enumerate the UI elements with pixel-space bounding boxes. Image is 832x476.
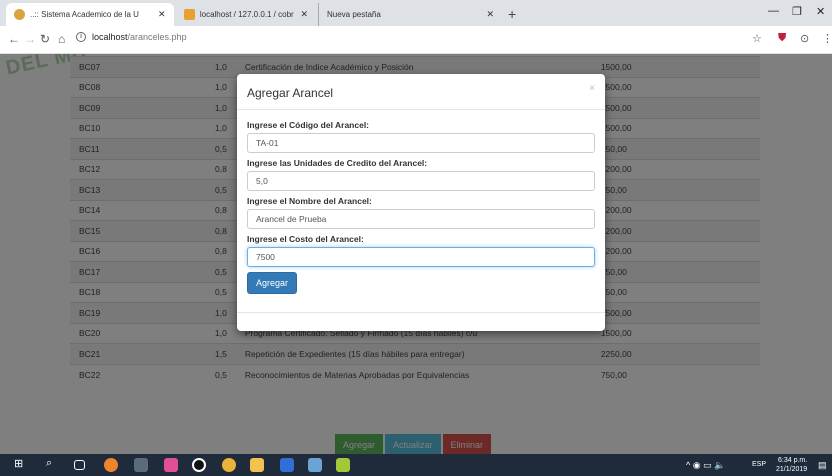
browser-tab-strip: ..:: Sistema Academico de la U ✕ localho… — [0, 0, 832, 26]
fee-units-input[interactable] — [247, 171, 595, 191]
minimize-icon[interactable]: — — [768, 5, 779, 17]
tab-close-icon[interactable]: ✕ — [300, 9, 308, 20]
windows-start-icon[interactable]: ⊞ — [14, 457, 28, 471]
app-store-icon[interactable] — [308, 458, 322, 472]
window-close-icon[interactable]: ✕ — [816, 5, 825, 18]
terminal-icon[interactable] — [134, 458, 148, 472]
modal-body: Ingrese el Código del Arancel: Ingrese l… — [247, 120, 595, 272]
maximize-icon[interactable]: ❐ — [792, 5, 802, 18]
language-indicator[interactable]: ESP — [752, 461, 766, 468]
add-fee-modal: Agregar Arancel × Ingrese el Código del … — [237, 74, 605, 331]
tab-phpmyadmin[interactable]: localhost / 127.0.0.1 / cobranza / ✕ — [176, 3, 316, 26]
fee-code-label: Ingrese el Código del Arancel: — [247, 120, 370, 130]
fee-cost-label: Ingrese el Costo del Arancel: — [247, 234, 364, 244]
system-tray-icons[interactable]: ^ ◉ ▭ 🔈 — [686, 460, 725, 471]
url-field[interactable]: i localhost/aranceles.php — [76, 32, 187, 42]
back-arrow-icon[interactable]: ← — [8, 32, 20, 46]
modal-title: Agregar Arancel — [247, 86, 334, 100]
tab-title: Nueva pestaña — [327, 10, 381, 19]
phpmyadmin-favicon-icon — [184, 9, 195, 20]
address-bar: ← → ↻ ⌂ i localhost/aranceles.php ☆ ⛊ ⊙ … — [0, 26, 832, 54]
site-info-icon[interactable]: i — [76, 32, 86, 42]
tab-sistema-academico[interactable]: ..:: Sistema Academico de la U ✕ — [6, 3, 174, 26]
search-icon[interactable]: ⌕ — [46, 457, 60, 471]
menu-kebab-icon[interactable]: ⋮ — [822, 32, 832, 45]
app-circle-icon[interactable] — [192, 458, 206, 472]
fee-code-input[interactable] — [247, 133, 595, 153]
file-explorer-icon[interactable] — [250, 458, 264, 472]
forward-arrow-icon[interactable]: → — [24, 32, 36, 46]
clock-date[interactable]: 21/1/2019 — [776, 466, 807, 473]
new-tab-button[interactable]: + — [508, 6, 516, 22]
notifications-icon[interactable]: ▤ — [818, 460, 827, 471]
site-favicon-icon — [14, 9, 25, 20]
fee-units-label: Ingrese las Unidades de Credito del Aran… — [247, 158, 428, 168]
profile-icon[interactable]: ⊙ — [800, 32, 809, 45]
fee-name-label: Ingrese el Nombre del Arancel: — [247, 196, 372, 206]
chrome-icon[interactable] — [222, 458, 236, 472]
windows-taskbar: ⊞ ⌕ ^ ◉ ▭ 🔈 ESP 6:34 p.m. 21/1/2019 ▤ — [0, 454, 832, 476]
app-pink-icon[interactable] — [164, 458, 178, 472]
word-icon[interactable] — [280, 458, 294, 472]
bookmark-star-icon[interactable]: ☆ — [752, 32, 762, 45]
url-path: /aranceles.php — [127, 32, 187, 42]
modal-header: Agregar Arancel × — [237, 74, 605, 110]
tab-nueva-pestana[interactable]: Nueva pestaña ✕ — [318, 3, 502, 26]
extension-shield-icon[interactable]: ⛊ — [778, 32, 786, 45]
home-icon[interactable]: ⌂ — [58, 32, 65, 46]
tab-close-icon[interactable]: ✕ — [486, 9, 494, 20]
firefox-icon[interactable] — [104, 458, 118, 472]
app-green-icon[interactable] — [336, 458, 350, 472]
modal-add-button[interactable]: Agregar — [247, 272, 298, 294]
tab-close-icon[interactable]: ✕ — [158, 9, 166, 20]
modal-footer — [237, 312, 605, 313]
tab-title: localhost / 127.0.0.1 / cobranza / — [199, 10, 295, 19]
fee-name-input[interactable] — [247, 209, 595, 229]
fee-cost-input[interactable] — [247, 247, 595, 267]
task-view-icon[interactable] — [74, 460, 85, 470]
modal-close-icon[interactable]: × — [589, 83, 595, 94]
tab-title: ..:: Sistema Academico de la U — [30, 10, 139, 19]
clock-time[interactable]: 6:34 p.m. — [778, 457, 807, 464]
url-host: localhost — [92, 32, 128, 42]
reload-icon[interactable]: ↻ — [40, 32, 50, 46]
